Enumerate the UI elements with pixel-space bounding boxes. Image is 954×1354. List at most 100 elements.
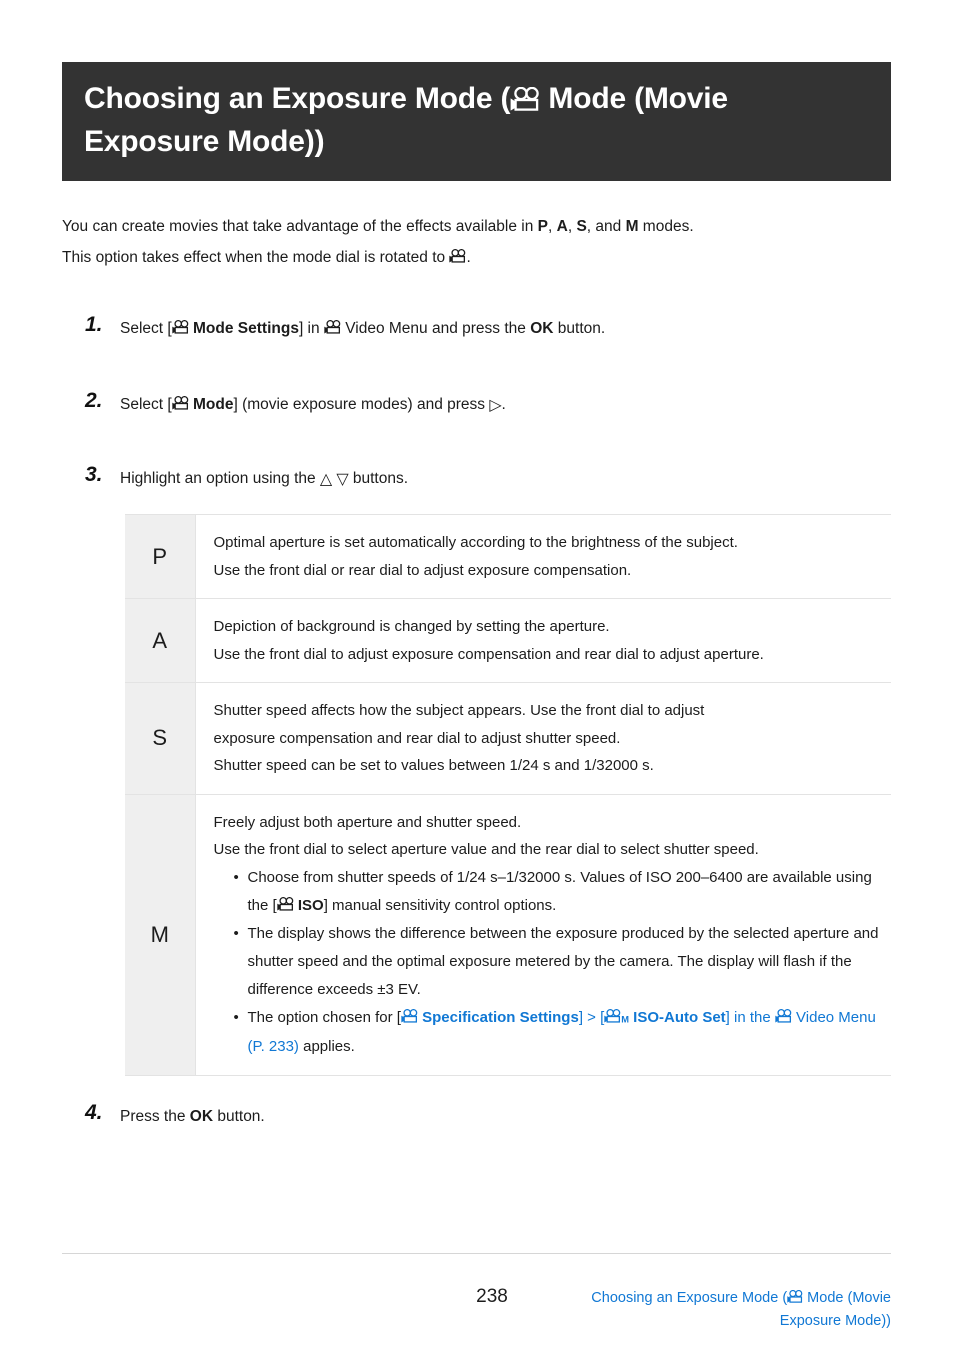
mode-key-p: P — [125, 514, 196, 599]
movie-camera-icon — [172, 320, 189, 335]
step-2-text-a: Select [ — [120, 396, 172, 413]
desc-line: Shutter speed affects how the subject ap… — [213, 702, 705, 719]
down-arrow-icon: ▽ — [336, 470, 349, 488]
step-1-text-c: Video Menu and press the — [340, 320, 531, 337]
footer-link-text-a: Choosing an Exposure Mode ( — [591, 1290, 788, 1306]
movie-camera-icon — [401, 1008, 418, 1024]
table-row: S Shutter speed affects how the subject … — [125, 682, 891, 795]
mode-letter-p: P — [537, 218, 548, 235]
mode-desc-a: Depiction of background is changed by se… — [195, 599, 891, 683]
step-3-body: Highlight an option using the △ ▽ button… — [120, 470, 409, 488]
footer-divider — [62, 1253, 891, 1254]
footer-link-text-b: Mode (Movie — [803, 1290, 891, 1306]
right-arrow-icon: ▷ — [489, 396, 502, 414]
movie-camera-icon — [775, 1008, 792, 1024]
step-1-text-d: button. — [553, 320, 606, 337]
movie-camera-icon — [449, 249, 466, 264]
mode-letter-m: M — [625, 218, 639, 235]
table-row: A Depiction of background is changed by … — [125, 598, 891, 683]
movie-camera-m-icon-wrap: M — [604, 1004, 629, 1033]
desc-line: Freely adjust both aperture and shutter … — [213, 813, 522, 831]
step-2-body: Select [ Mode] (movie exposure modes) an… — [120, 396, 506, 414]
step-1-number: 1. — [85, 313, 103, 336]
footer-section-link[interactable]: Choosing an Exposure Mode ( Mode (Movie E… — [491, 1287, 891, 1333]
desc-line: Shutter speed can be set to values betwe… — [213, 757, 654, 774]
bullet-1-iso-label: ISO — [297, 896, 324, 914]
footer-link-text-c: Exposure Mode)) — [779, 1313, 891, 1329]
bullet-3-text-a: The option chosen for [ — [247, 1008, 401, 1026]
desc-line: exposure compensation and rear dial to a… — [213, 729, 621, 747]
specification-settings-label: Specification Settings — [422, 1008, 579, 1026]
mode-desc-p: Optimal aperture is set automatically ac… — [195, 515, 891, 599]
intro-text-c: This option takes effect when the mode d… — [62, 249, 450, 266]
mode-letter-a: A — [556, 218, 568, 235]
step-3-number: 3. — [85, 463, 103, 486]
manual-page: Choosing an Exposure Mode ( Mode (Movie … — [0, 0, 954, 1354]
step-4-ok-button-label: OK — [189, 1108, 214, 1125]
step-1: 1. Select [ Mode Settings] in Video Menu… — [62, 313, 892, 342]
bullet-3-text-b: ] in the — [725, 1008, 775, 1026]
intro-line-1: You can create movies that take advantag… — [62, 211, 892, 242]
desc-line: Use the front dial or rear dial to adjus… — [213, 561, 632, 579]
iso-auto-set-link[interactable]: M ISO-Auto Set — [604, 1008, 726, 1026]
list-item: The option chosen for [ Specification Se… — [234, 1004, 882, 1061]
intro-text-d: . — [466, 249, 471, 266]
page-title-text-before-icon: Choosing an Exposure Mode ( — [84, 82, 511, 115]
intro-text-b: modes. — [638, 218, 694, 235]
exposure-mode-table: P Optimal aperture is set automatically … — [125, 514, 891, 1076]
intro-line-2: This option takes effect when the mode d… — [62, 242, 892, 273]
mode-key-s: S — [125, 682, 196, 794]
desc-line: Optimal aperture is set automatically ac… — [213, 534, 738, 551]
mode-desc-s: Shutter speed affects how the subject ap… — [195, 683, 891, 795]
intro-text-a: You can create movies that take advantag… — [62, 218, 538, 235]
mode-key-m: M — [125, 794, 196, 1076]
list-item: Choose from shutter speeds of 1/24 s–1/3… — [234, 864, 882, 920]
page-title-banner: Choosing an Exposure Mode ( Mode (Movie … — [62, 62, 891, 182]
step-4-text-a: Press the — [120, 1108, 190, 1125]
movie-camera-icon — [510, 86, 540, 113]
step-4-text-b: button. — [213, 1108, 265, 1125]
step-2-text-b: ] (movie exposure modes) and press — [233, 396, 490, 413]
bullet-2-text: The display shows the difference between… — [247, 924, 879, 998]
desc-line: Depiction of background is changed by se… — [213, 618, 610, 635]
mode-m-bullet-list: Choose from shutter speeds of 1/24 s–1/3… — [214, 864, 882, 1061]
up-arrow-icon: △ — [319, 470, 333, 488]
step-3-text-b: buttons. — [348, 470, 409, 487]
intro-sep-3: , and — [586, 218, 626, 235]
step-4-number: 4. — [85, 1101, 103, 1124]
intro-sep-1: , — [548, 218, 557, 235]
mode-key-a: A — [125, 598, 196, 683]
list-item: The display shows the difference between… — [234, 920, 882, 1004]
desc-line: Use the front dial to select aperture va… — [213, 841, 759, 858]
step-3: 3. Highlight an option using the △ ▽ but… — [62, 463, 892, 493]
step-2-number: 2. — [85, 389, 103, 412]
step-1-text-b: ] in — [298, 320, 324, 337]
table-row: M Freely adjust both aperture and shutte… — [125, 794, 891, 1076]
step-3-text-a: Highlight an option using the — [120, 470, 320, 487]
table-row: P Optimal aperture is set automatically … — [125, 514, 891, 599]
step-4-body: Press the OK button. — [120, 1108, 265, 1125]
movie-camera-icon — [604, 1008, 621, 1024]
iso-auto-set-label: ISO-Auto Set — [633, 1008, 726, 1026]
step-2-text-c: . — [501, 396, 506, 413]
movie-camera-icon — [787, 1290, 803, 1304]
step-1-body: Select [ Mode Settings] in Video Menu an… — [120, 320, 605, 337]
page-footer: 238 Choosing an Exposure Mode ( Mode (Mo… — [62, 1282, 891, 1342]
bullet-3-text-c: applies. — [298, 1037, 355, 1055]
bullet-3-separator: ] > [ — [578, 1008, 605, 1026]
mode-desc-m: Freely adjust both aperture and shutter … — [195, 794, 891, 1075]
step-1-text-a: Select [ — [120, 320, 172, 337]
movie-camera-icon — [277, 896, 294, 912]
icon-subscript-m: M — [621, 1013, 629, 1024]
intro-paragraph: You can create movies that take advantag… — [62, 211, 892, 273]
step-2-menu-name: Mode — [193, 396, 234, 413]
specification-settings-link[interactable]: Specification Settings — [401, 1009, 579, 1026]
desc-line: Use the front dial to adjust exposure co… — [213, 645, 764, 663]
step-2: 2. Select [ Mode] (movie exposure modes)… — [62, 389, 892, 419]
step-4: 4. Press the OK button. — [62, 1101, 892, 1130]
step-1-menu-name: Mode Settings — [193, 320, 299, 337]
movie-camera-icon — [172, 396, 189, 411]
mode-letter-s: S — [576, 218, 587, 235]
bullet-1-text-b: ] manual sensitivity control options. — [323, 896, 557, 914]
step-1-ok-button-label: OK — [530, 320, 554, 337]
